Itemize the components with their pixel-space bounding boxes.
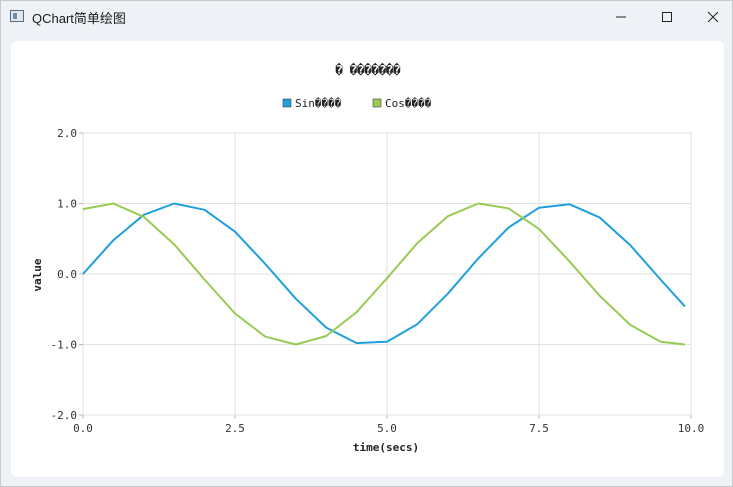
x-axis-ticks: 0.0 2.5 5.0 7.5 10.0 [73,415,704,435]
legend-label: Cos���� [385,97,431,110]
y-tick-label: 0.0 [57,268,77,281]
legend-label: Sin���� [295,97,341,110]
y-axis-ticks: 2.0 1.0 0.0 -1.0 -2.0 [51,127,83,422]
x-tick-label: 7.5 [529,422,549,435]
close-button[interactable] [690,1,733,33]
x-tick-label: 2.5 [225,422,245,435]
line-chart: � ������� Sin���� Cos���� 0.0 2.5 5.0 7.5 10.… [31,62,704,454]
chart-legend: Sin���� Cos���� [282,97,431,110]
minimize-button[interactable] [598,1,644,33]
app-window-icon [10,10,24,22]
chart-grid [82,132,692,416]
chart-title: � ������� [335,62,400,77]
y-tick-label: 1.0 [57,198,77,211]
x-axis-label: time(secs) [353,441,419,454]
app-window: QChart简单绘图 � ������� Sin���� Cos���� 0.0 2… [0,0,733,487]
legend-swatch [282,98,292,108]
maximize-button[interactable] [644,1,690,33]
legend-swatch [372,98,382,108]
y-axis-label: value [31,258,44,291]
y-tick-label: -1.0 [51,339,78,352]
y-tick-label: 2.0 [57,127,77,140]
title-bar[interactable]: QChart简单绘图 [1,1,732,33]
close-icon [707,11,719,23]
y-tick-label: -2.0 [51,409,78,422]
series-line-sin [82,202,686,345]
minimize-icon [616,16,626,18]
x-tick-label: 10.0 [678,422,705,435]
window-title: QChart简单绘图 [32,11,126,26]
x-tick-label: 0.0 [73,422,93,435]
chart-view: � ������� Sin���� Cos���� 0.0 2.5 5.0 7.5 10.… [11,41,724,477]
maximize-icon [662,12,672,22]
x-tick-label: 5.0 [377,422,397,435]
